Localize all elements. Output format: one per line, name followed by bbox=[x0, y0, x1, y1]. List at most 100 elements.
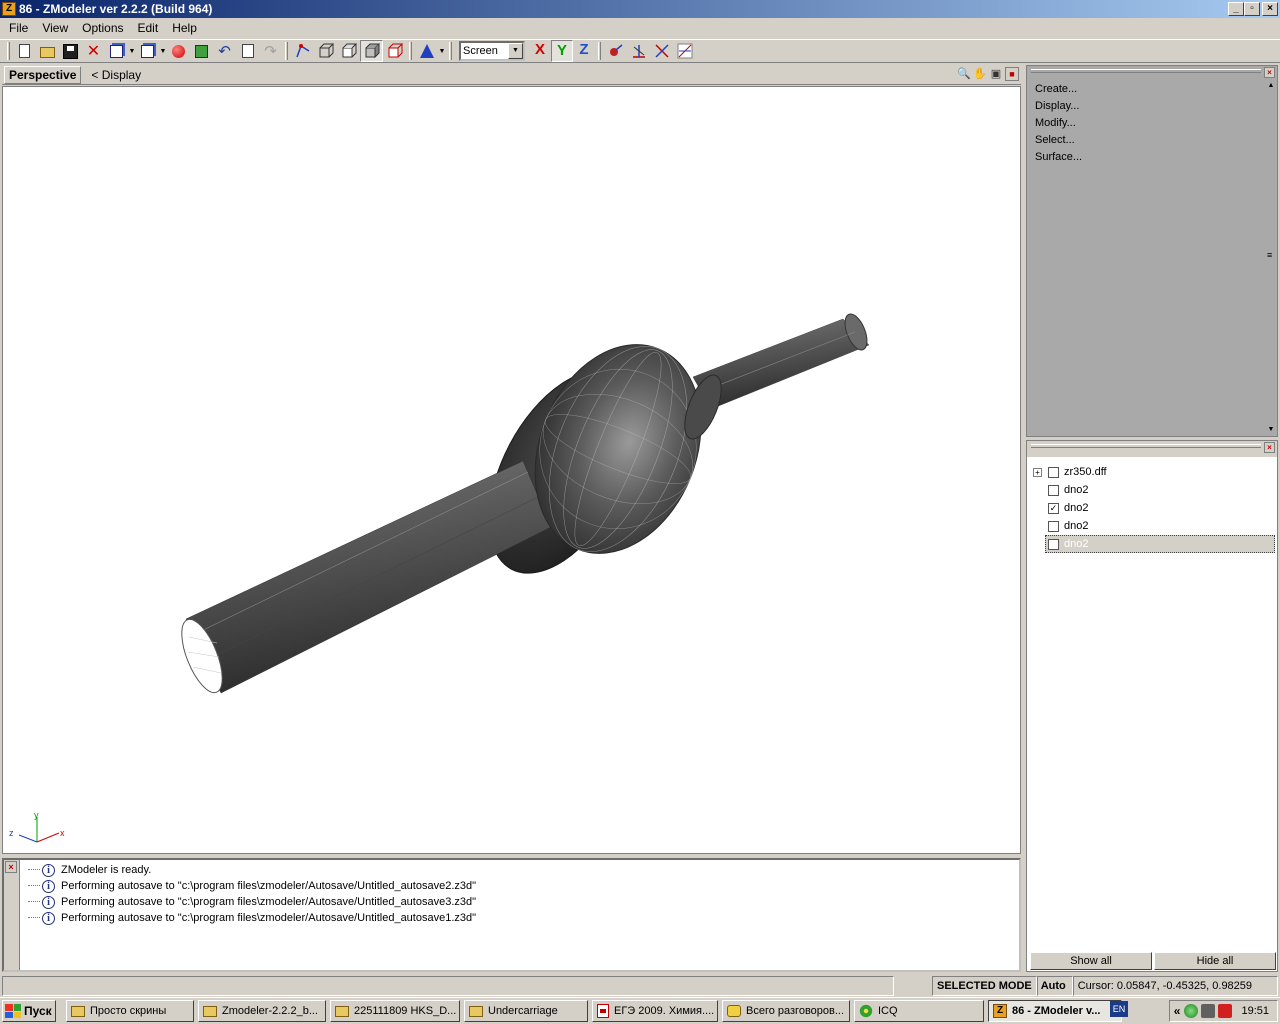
menu-edit[interactable]: Edit bbox=[131, 18, 166, 38]
hide-all-button[interactable]: Hide all bbox=[1154, 952, 1276, 970]
save-disk-icon bbox=[63, 43, 78, 59]
minimize-button[interactable]: _ bbox=[1228, 2, 1244, 16]
coord-system-select[interactable]: Screen ▼ bbox=[459, 41, 525, 61]
new-file-icon bbox=[19, 44, 30, 58]
task-pdf-document[interactable]: ЕГЭ 2009. Химия.... bbox=[592, 1000, 718, 1022]
start-button[interactable]: Пуск bbox=[2, 1000, 56, 1022]
tree-item-dno2[interactable]: dno2 bbox=[1033, 481, 1277, 499]
viewport-display-menu[interactable]: < Display bbox=[91, 68, 141, 82]
task-undercarriage[interactable]: Undercarriage bbox=[464, 1000, 588, 1022]
scroll-up-icon[interactable]: ▲ bbox=[1265, 80, 1277, 92]
clock[interactable]: 19:51 bbox=[1241, 1005, 1269, 1017]
mesh-render[interactable]: y x z bbox=[3, 87, 1021, 854]
face-mode-button[interactable] bbox=[314, 40, 337, 62]
vertex-mode-button[interactable] bbox=[291, 40, 314, 62]
import-button[interactable] bbox=[105, 40, 128, 62]
restore-button[interactable]: ▫ bbox=[1244, 2, 1260, 16]
task-zmodeler-folder[interactable]: Zmodeler-2.2.2_b... bbox=[198, 1000, 326, 1022]
open-file-button[interactable] bbox=[36, 40, 59, 62]
tree-item-dno2[interactable]: dno2 bbox=[1033, 517, 1277, 535]
maximize-viewport-icon[interactable]: ▣ bbox=[989, 67, 1003, 81]
info-icon: i bbox=[42, 895, 55, 909]
task-icq[interactable]: ICQ bbox=[854, 1000, 984, 1022]
delete-button[interactable]: ✕ bbox=[82, 40, 105, 62]
network-tray-icon[interactable] bbox=[1201, 1004, 1216, 1018]
redo-button[interactable]: ↷ bbox=[259, 40, 282, 62]
3d-viewport[interactable]: y x z bbox=[2, 86, 1021, 854]
normals-dropdown-icon[interactable]: ▼ bbox=[438, 48, 446, 55]
visibility-checkbox-checked[interactable]: ✓ bbox=[1048, 502, 1059, 514]
properties-button[interactable] bbox=[236, 40, 259, 62]
task-chat-history[interactable]: Всего разговоров... bbox=[722, 1000, 850, 1022]
show-all-button[interactable]: Show all bbox=[1030, 952, 1152, 970]
visibility-checkbox[interactable] bbox=[1048, 484, 1059, 496]
visibility-checkbox[interactable] bbox=[1048, 466, 1059, 478]
command-create[interactable]: Create... bbox=[1035, 81, 1082, 98]
status-auto[interactable]: Auto bbox=[1036, 976, 1073, 996]
pdf-icon bbox=[597, 1004, 609, 1018]
new-file-button[interactable] bbox=[13, 40, 36, 62]
command-surface[interactable]: Surface... bbox=[1035, 149, 1082, 166]
scroll-down-icon[interactable]: ▼ bbox=[1265, 424, 1277, 436]
viewport-view-tab[interactable]: Perspective bbox=[4, 65, 82, 84]
log-list[interactable]: i ZModeler is ready. i Performing autosave… bbox=[28, 862, 476, 926]
task-zmodeler[interactable]: Z 86 - ZModeler v... bbox=[988, 1000, 1122, 1022]
selected-mode-button[interactable] bbox=[360, 40, 383, 62]
menu-help[interactable]: Help bbox=[165, 18, 204, 38]
tree-item-zr350[interactable]: + zr350.dff bbox=[1033, 463, 1277, 481]
close-viewport-icon[interactable]: ■ bbox=[1005, 67, 1019, 81]
import-dropdown-icon[interactable]: ▼ bbox=[128, 48, 136, 55]
export-dropdown-icon[interactable]: ▼ bbox=[159, 48, 167, 55]
gizmo-y-label: y bbox=[34, 810, 39, 820]
tree-item-dno2[interactable]: ✓ dno2 bbox=[1033, 499, 1277, 517]
panel-grip[interactable] bbox=[1031, 444, 1261, 448]
close-object-tree-icon[interactable]: × bbox=[1264, 442, 1275, 453]
axis-local-button[interactable] bbox=[627, 40, 650, 62]
toolbar-grip[interactable] bbox=[7, 42, 10, 60]
axis-z-toggle[interactable]: Z bbox=[573, 40, 595, 62]
record-button[interactable] bbox=[167, 40, 190, 62]
title-bar[interactable]: Z 86 - ZModeler ver 2.2.2 (Build 964) _ … bbox=[0, 0, 1280, 18]
pan-hand-icon[interactable]: ✋ bbox=[973, 67, 987, 81]
expand-plus-icon[interactable]: + bbox=[1033, 467, 1042, 477]
command-panel-scrollbar[interactable]: ▲ ≡ ▼ bbox=[1265, 80, 1277, 436]
material-button[interactable] bbox=[190, 40, 213, 62]
chevron-down-icon[interactable]: ▼ bbox=[508, 43, 523, 59]
panel-grip[interactable] bbox=[1031, 69, 1261, 73]
icq-tray-icon[interactable] bbox=[1184, 1004, 1199, 1018]
command-display[interactable]: Display... bbox=[1035, 98, 1082, 115]
visibility-checkbox-checked[interactable]: ✓ bbox=[1048, 538, 1059, 550]
command-modify[interactable]: Modify... bbox=[1035, 115, 1082, 132]
menu-options[interactable]: Options bbox=[75, 18, 130, 38]
close-command-panel-icon[interactable]: × bbox=[1264, 67, 1275, 78]
zoom-icon[interactable]: 🔍 bbox=[957, 67, 971, 81]
tray-expand-icon[interactable]: « bbox=[1174, 1004, 1181, 1018]
antivirus-tray-icon[interactable] bbox=[1218, 1004, 1233, 1018]
menu-file[interactable]: File bbox=[2, 18, 35, 38]
task-prosto-skriny[interactable]: Просто скрины bbox=[66, 1000, 194, 1022]
axis-user-button[interactable] bbox=[673, 40, 696, 62]
visibility-checkbox[interactable] bbox=[1048, 520, 1059, 532]
language-indicator[interactable]: EN bbox=[1110, 1001, 1128, 1017]
object-mode-icon bbox=[342, 43, 357, 58]
pivot-button[interactable] bbox=[604, 40, 627, 62]
tree-item-dno2-selected[interactable]: ✓ dno2 bbox=[1045, 535, 1275, 553]
command-select[interactable]: Select... bbox=[1035, 132, 1082, 149]
info-icon: i bbox=[42, 879, 55, 893]
menu-view[interactable]: View bbox=[35, 18, 75, 38]
scroll-grip-icon[interactable]: ≡ bbox=[1267, 250, 1272, 260]
object-mode-button[interactable] bbox=[337, 40, 360, 62]
close-log-icon[interactable]: × bbox=[5, 861, 17, 873]
export-icon bbox=[141, 44, 154, 58]
undo-button[interactable]: ↶ bbox=[213, 40, 236, 62]
normals-button[interactable] bbox=[415, 40, 438, 62]
close-button[interactable]: × bbox=[1262, 2, 1278, 16]
axis-x-toggle[interactable]: X bbox=[529, 40, 551, 62]
axis-y-toggle[interactable]: Y bbox=[551, 40, 573, 62]
task-hks-folder[interactable]: 225111809 HKS_D... bbox=[330, 1000, 460, 1022]
zmodeler-app-icon[interactable]: Z bbox=[2, 2, 16, 16]
save-button[interactable] bbox=[59, 40, 82, 62]
hidden-mode-button[interactable] bbox=[383, 40, 406, 62]
export-button[interactable] bbox=[136, 40, 159, 62]
axis-world-button[interactable] bbox=[650, 40, 673, 62]
